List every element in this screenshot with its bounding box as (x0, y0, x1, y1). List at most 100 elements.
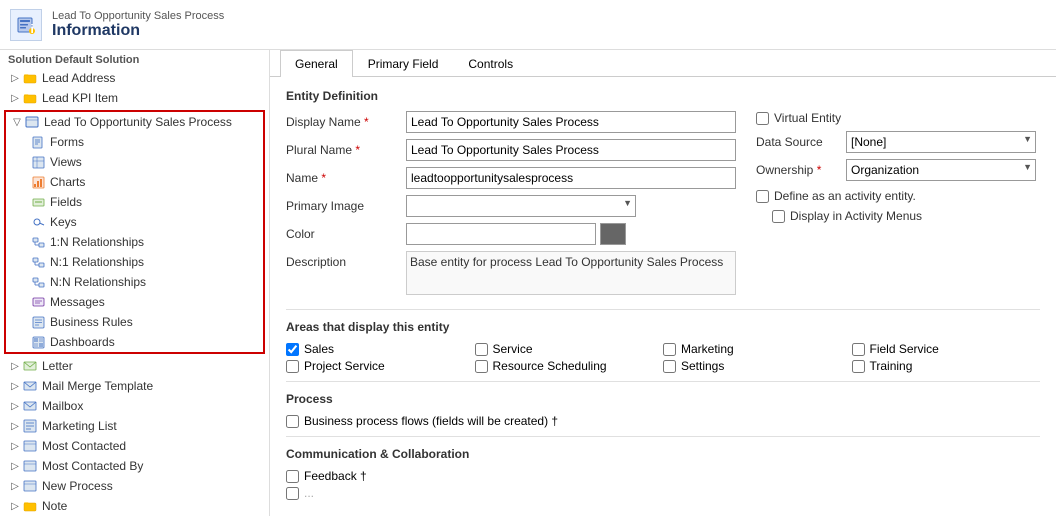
expand-icon: ▷ (8, 401, 22, 412)
rel-1n-icon (30, 234, 46, 250)
virtual-entity-row: Virtual Entity (756, 111, 1040, 125)
sidebar-child-business-rules[interactable]: Business Rules (26, 312, 263, 332)
area-sales[interactable]: Sales (286, 342, 475, 356)
define-activity-row: Define as an activity entity. (756, 189, 1040, 203)
process-title: Process (286, 392, 1040, 406)
name-row: Name * (286, 167, 736, 189)
sidebar-child-n1-rel[interactable]: N:1 Relationships (26, 252, 263, 272)
area-sales-checkbox[interactable] (286, 343, 299, 356)
color-input[interactable] (406, 223, 596, 245)
area-service-checkbox[interactable] (475, 343, 488, 356)
business-process-flows-item[interactable]: Business process flows (fields will be c… (286, 414, 1040, 428)
define-activity-label[interactable]: Define as an activity entity. (756, 189, 916, 203)
mail-icon (22, 378, 38, 394)
area-resource-scheduling[interactable]: Resource Scheduling (475, 359, 664, 373)
sidebar-label-mailbox: Mailbox (42, 399, 83, 413)
data-source-select[interactable]: [None] (846, 131, 1036, 153)
content-body: Entity Definition Display Name * (270, 77, 1056, 515)
sidebar-item-most-contacted-by[interactable]: ▷ Most Contacted By (0, 456, 269, 476)
area-project-service[interactable]: Project Service (286, 359, 475, 373)
sidebar-item-marketing-list[interactable]: ▷ Marketing List (0, 416, 269, 436)
tab-primary-field[interactable]: Primary Field (353, 50, 454, 77)
feedback-checkbox[interactable] (286, 470, 299, 483)
sidebar-child-dashboards[interactable]: Dashboards (26, 332, 263, 352)
expand-icon: ▷ (8, 73, 22, 84)
display-activity-checkbox[interactable] (772, 210, 785, 223)
display-activity-label[interactable]: Display in Activity Menus (756, 209, 922, 223)
define-activity-checkbox[interactable] (756, 190, 769, 203)
content-area: General Primary Field Controls Entity De… (270, 50, 1056, 516)
area-settings-checkbox[interactable] (663, 360, 676, 373)
area-field-service[interactable]: Field Service (852, 342, 1041, 356)
sidebar-child-forms[interactable]: Forms (26, 132, 263, 152)
data-source-label: Data Source (756, 135, 846, 149)
mailbox-icon (22, 398, 38, 414)
sidebar-item-most-contacted[interactable]: ▷ Most Contacted (0, 436, 269, 456)
sidebar-label-lead-address: Lead Address (42, 71, 115, 85)
key-icon (30, 214, 46, 230)
sidebar-child-charts[interactable]: Charts (26, 172, 263, 192)
entity-icon-mc (22, 438, 38, 454)
description-textarea[interactable]: Base entity for process Lead To Opportun… (406, 251, 736, 295)
tab-general[interactable]: General (280, 50, 353, 77)
sidebar-child-1n-rel[interactable]: 1:N Relationships (26, 232, 263, 252)
name-input[interactable] (406, 167, 736, 189)
sidebar-child-messages[interactable]: Messages (26, 292, 263, 312)
plural-name-input[interactable] (406, 139, 736, 161)
area-training[interactable]: Training (852, 359, 1041, 373)
divider-process (286, 381, 1040, 382)
expand-icon: ▷ (8, 461, 22, 472)
tab-controls[interactable]: Controls (453, 50, 528, 77)
label-business-rules: Business Rules (50, 315, 133, 329)
data-source-row: Data Source [None] (756, 131, 1040, 153)
areas-section: Areas that display this entity Sales Ser… (286, 320, 1040, 373)
more-comm-checkbox[interactable] (286, 487, 299, 500)
sidebar-item-mail-merge[interactable]: ▷ Mail Merge Template (0, 376, 269, 396)
plural-name-label: Plural Name * (286, 139, 406, 157)
sidebar-item-mailbox[interactable]: ▷ Mailbox (0, 396, 269, 416)
sidebar-group-header[interactable]: ▽ Lead To Opportunity Sales Process (6, 112, 263, 132)
ownership-label: Ownership * (756, 163, 846, 177)
sidebar-child-keys[interactable]: Keys (26, 212, 263, 232)
sidebar-item-lead-kpi[interactable]: ▷ Lead KPI Item (0, 88, 269, 108)
primary-image-select[interactable] (406, 195, 636, 217)
label-messages: Messages (50, 295, 105, 309)
process-section: Process Business process flows (fields w… (286, 392, 1040, 428)
field-icon (30, 194, 46, 210)
display-name-input[interactable] (406, 111, 736, 133)
expand-icon: ▷ (8, 93, 22, 104)
area-training-checkbox[interactable] (852, 360, 865, 373)
area-marketing[interactable]: Marketing (663, 342, 852, 356)
folder-icon (22, 90, 38, 106)
sidebar-child-fields[interactable]: Fields (26, 192, 263, 212)
area-project-service-checkbox[interactable] (286, 360, 299, 373)
sidebar-child-nn-rel[interactable]: N:N Relationships (26, 272, 263, 292)
sidebar-child-views[interactable]: Views (26, 152, 263, 172)
area-marketing-checkbox[interactable] (663, 343, 676, 356)
expand-icon: ▷ (8, 441, 22, 452)
area-resource-scheduling-checkbox[interactable] (475, 360, 488, 373)
entity-icon-np (22, 478, 38, 494)
sidebar-item-new-process[interactable]: ▷ New Process (0, 476, 269, 496)
more-comm-item[interactable]: ... (286, 486, 1040, 500)
color-picker-button[interactable] (600, 223, 626, 245)
area-field-service-checkbox[interactable] (852, 343, 865, 356)
area-settings[interactable]: Settings (663, 359, 852, 373)
color-input-row (406, 223, 626, 245)
area-service[interactable]: Service (475, 342, 664, 356)
sidebar-item-note[interactable]: ▷ Note (0, 496, 269, 516)
ownership-select[interactable]: Organization (846, 159, 1036, 181)
sidebar-group-selected: ▽ Lead To Opportunity Sales Process Form… (4, 110, 265, 354)
feedback-item[interactable]: Feedback † (286, 469, 1040, 483)
areas-title: Areas that display this entity (286, 320, 1040, 334)
sidebar-item-lead-address[interactable]: ▷ Lead Address (0, 68, 269, 88)
virtual-entity-checkbox[interactable] (756, 112, 769, 125)
ownership-row: Ownership * Organization (756, 159, 1040, 181)
app-container: i Lead To Opportunity Sales Process Info… (0, 0, 1056, 516)
sidebar-label-most-contacted-by: Most Contacted By (42, 459, 143, 473)
business-process-checkbox[interactable] (286, 415, 299, 428)
sidebar-item-letter[interactable]: ▷ Letter (0, 356, 269, 376)
virtual-entity-checkbox-label[interactable]: Virtual Entity (756, 111, 841, 125)
expand-icon: ▷ (8, 481, 22, 492)
sidebar-group-children: Forms Views Charts (6, 132, 263, 352)
